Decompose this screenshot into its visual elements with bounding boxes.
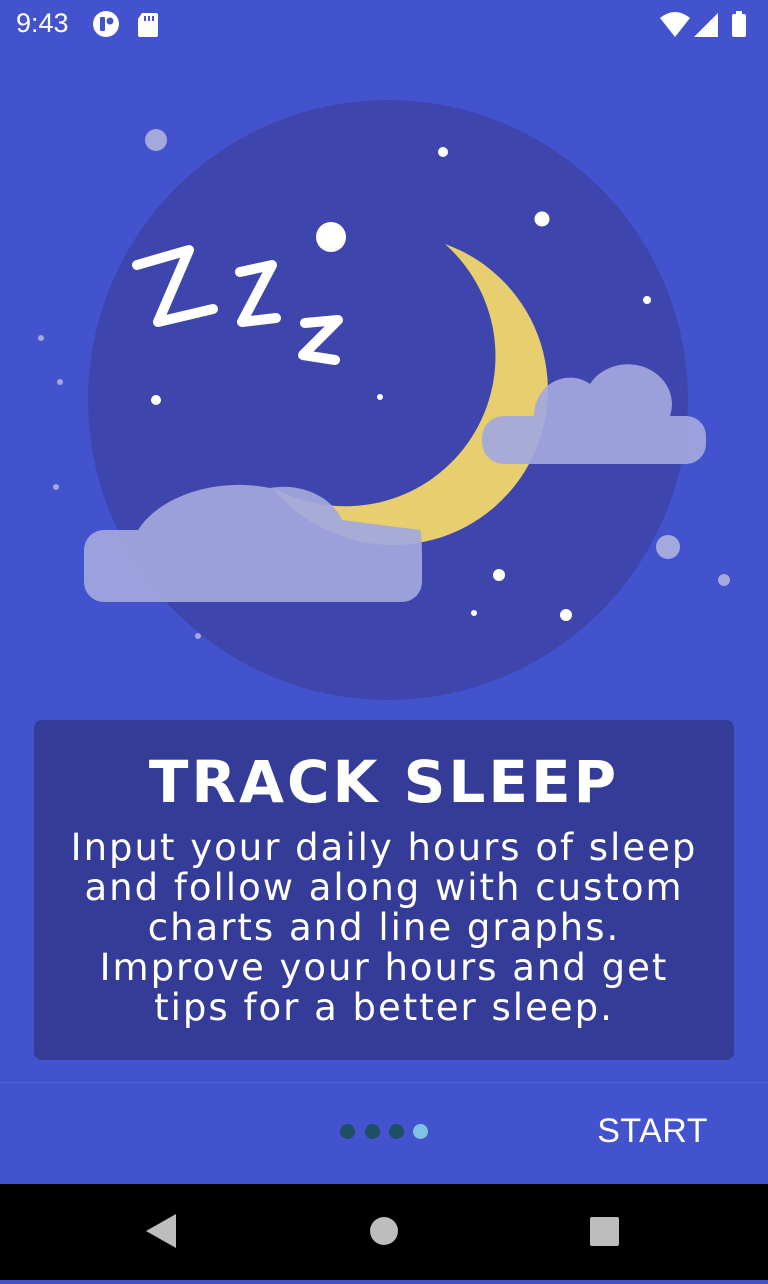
onboarding-description: Input your daily hours of sleep and foll… [70,826,698,1029]
status-time: 9:43 [16,8,69,38]
status-bar: 9:43 [0,0,768,50]
onboarding-title: TRACK SLEEP [148,748,620,816]
page-dot-2[interactable] [365,1124,380,1139]
page-dot-4-active[interactable] [413,1124,428,1139]
sd-card-icon [138,13,158,37]
status-right-icons [658,10,754,44]
battery-icon [732,11,746,37]
sleeping-moon-illustration [38,100,730,700]
start-button[interactable]: START [597,1112,708,1151]
system-nav-bar [0,1184,768,1280]
recents-icon[interactable] [590,1217,619,1246]
cast-icon [93,11,119,37]
wifi-icon [660,12,690,37]
cell-signal-icon [694,13,718,37]
home-icon[interactable] [370,1217,398,1245]
page-dot-1[interactable] [340,1124,355,1139]
info-card: TRACK SLEEP Input your daily hours of sl… [34,720,734,1060]
back-icon[interactable] [146,1214,176,1248]
status-left-icons [92,10,172,44]
bottom-divider [0,1082,768,1083]
page-dot-3[interactable] [389,1124,404,1139]
